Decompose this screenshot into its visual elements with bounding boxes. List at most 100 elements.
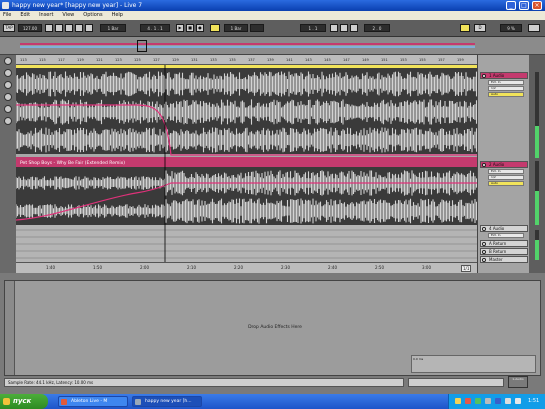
menu-insert[interactable]: Insert: [39, 11, 53, 20]
tray-icon-1[interactable]: [455, 398, 461, 404]
track-meters: [529, 55, 545, 273]
midi-map-button[interactable]: D: [474, 24, 486, 32]
return-a-header[interactable]: A Return: [480, 240, 528, 247]
punch-in-button[interactable]: [330, 24, 338, 32]
menu-file[interactable]: File: [3, 11, 11, 20]
windows-taskbar: пуск Ableton Live - M happy new year [h.…: [0, 394, 545, 409]
track-1-input[interactable]: Ext. In: [488, 80, 524, 85]
plugin-browser-icon[interactable]: [4, 81, 12, 89]
track-3-input[interactable]: Ext. In: [488, 233, 524, 238]
track-1-monitor[interactable]: Auto: [488, 92, 524, 97]
arrangement-position[interactable]: 4 . 1 . 1: [140, 24, 170, 32]
punch-out-button[interactable]: [350, 24, 358, 32]
time-ruler[interactable]: 1/1 1:40 1:50 2:00 2:10 2:20 2:30 2:40 2:50 3:00: [16, 262, 477, 273]
track-2-monitor[interactable]: Auto: [488, 181, 524, 186]
tray-icon-5[interactable]: [495, 398, 501, 404]
taskbar-item-1[interactable]: Ableton Live - M: [58, 396, 128, 407]
ruler-label: 127: [153, 58, 160, 62]
tempo-field[interactable]: 127.00: [18, 24, 42, 32]
window-titlebar: happy new year* [happy new year] - Live …: [0, 0, 545, 11]
file-browser-icon[interactable]: [4, 93, 12, 101]
ruler-label: 151: [381, 58, 388, 62]
nudge-button[interactable]: [55, 24, 63, 32]
device-view-toggle[interactable]: [5, 281, 15, 375]
track-header-3[interactable]: 4 Audio: [480, 225, 528, 232]
time-label: 2:30: [281, 265, 290, 270]
record-button[interactable]: ●: [196, 24, 204, 32]
track-1-input-channel[interactable]: 1/2: [488, 86, 524, 91]
minimize-button[interactable]: _: [506, 1, 516, 10]
follow-button[interactable]: [210, 24, 220, 32]
tray-icon-2[interactable]: [465, 398, 471, 404]
track-header-2[interactable]: 2 Audio: [480, 161, 528, 168]
volume-icon[interactable]: [505, 398, 511, 404]
ruler-label: 133: [210, 58, 217, 62]
close-button[interactable]: ×: [532, 1, 542, 10]
menu-view[interactable]: View: [62, 11, 74, 20]
ruler-label: 141: [286, 58, 293, 62]
ruler-label: 139: [267, 58, 274, 62]
time-label: 3:00: [422, 265, 431, 270]
start-button[interactable]: пуск: [0, 394, 48, 409]
loop-length-field[interactable]: 2 . 0: [364, 24, 390, 32]
ruler-label: 143: [305, 58, 312, 62]
ruler-label: 145: [324, 58, 331, 62]
device-view[interactable]: Drop Audio Effects Here 0.0 ms: [4, 280, 541, 376]
track-1-meter: [535, 72, 539, 158]
status-field: [408, 378, 504, 387]
left-button-column: [0, 55, 16, 273]
network-icon[interactable]: [515, 398, 521, 404]
tray-icon-3[interactable]: [475, 398, 481, 404]
ruler-label: 155: [419, 58, 426, 62]
bar-select[interactable]: 1 Bar: [224, 24, 248, 32]
stop-button[interactable]: ■: [186, 24, 194, 32]
nudge-up-button[interactable]: [65, 24, 73, 32]
key-map-button[interactable]: [460, 24, 470, 32]
loop-toggle[interactable]: [250, 24, 264, 32]
master-header[interactable]: Master: [480, 256, 528, 263]
master-name: Master: [489, 257, 503, 262]
ruler-label: 137: [248, 58, 255, 62]
ruler-label: 129: [172, 58, 179, 62]
play-button[interactable]: ▶: [176, 24, 184, 32]
tray-icon-4[interactable]: [485, 398, 491, 404]
track-name-3: 4 Audio: [489, 226, 505, 231]
track-2-input-channel[interactable]: 1/2: [488, 175, 524, 180]
cpu-meter: 9 %: [500, 24, 522, 32]
loop-button[interactable]: [340, 24, 348, 32]
tap-button[interactable]: TAP: [3, 24, 15, 32]
zoom-fraction[interactable]: 1/1: [461, 265, 472, 272]
taskbar-item-1-label: Ableton Live - M: [71, 399, 108, 404]
midi-follow-button[interactable]: [85, 24, 93, 32]
window-title: happy new year* [happy new year] - Live …: [12, 2, 143, 9]
overdub-button[interactable]: [75, 24, 83, 32]
taskbar-item-2[interactable]: happy new year [h...: [132, 396, 202, 407]
time-label: 1:40: [46, 265, 55, 270]
file-browser-3-icon[interactable]: [4, 117, 12, 125]
menu-edit[interactable]: Edit: [20, 11, 30, 20]
arrangement-view[interactable]: 113 115 117 119 121 123 125 127 129 131 133 135 137 1…: [16, 55, 477, 273]
browser-toggle-icon[interactable]: [4, 57, 12, 65]
overview-view-box[interactable]: [137, 40, 147, 52]
ruler-label: 131: [191, 58, 198, 62]
transport-bar: TAP 127.00 1 Bar 4 . 1 . 1 ▶ ■ ● 1 Bar 1…: [0, 20, 545, 37]
menu-options[interactable]: Options: [83, 11, 102, 20]
return-a-name: A Return: [489, 241, 507, 246]
track-2-input[interactable]: Ext. In: [488, 169, 524, 174]
app-icon: [2, 2, 9, 9]
ruler-label: 147: [343, 58, 350, 62]
track-name-2: 2 Audio: [489, 162, 505, 167]
beat-ruler[interactable]: 113 115 117 119 121 123 125 127 129 131 133 135 137 1…: [16, 55, 477, 65]
file-browser-2-icon[interactable]: [4, 105, 12, 113]
track-lanes[interactable]: Pet Shop Boys - Why Be Fair (Extended Re…: [16, 65, 477, 262]
track-selector-button[interactable]: 1-Audio: [508, 376, 528, 388]
device-browser-icon[interactable]: [4, 69, 12, 77]
loop-start-field[interactable]: 1 . 1: [300, 24, 326, 32]
arrangement-overview[interactable]: [0, 37, 545, 55]
return-b-header[interactable]: B Return: [480, 248, 528, 255]
metronome-button[interactable]: [45, 24, 53, 32]
maximize-button[interactable]: □: [519, 1, 529, 10]
track-header-1[interactable]: 1 Audio: [480, 72, 528, 79]
menu-help[interactable]: Help: [112, 11, 123, 20]
quantize-select[interactable]: 1 Bar: [100, 24, 126, 32]
